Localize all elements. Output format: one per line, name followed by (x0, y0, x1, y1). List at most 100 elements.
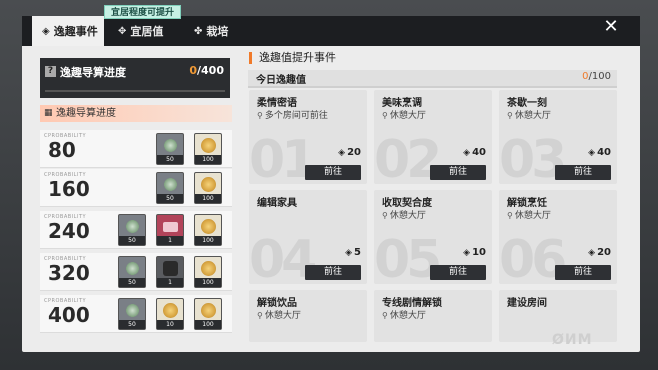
event-card[interactable]: 06 解锁烹饪 ⚲ 休憩大厅 ◈ 20 前往 (499, 190, 617, 284)
reward-item-graphic (163, 177, 178, 192)
event-location: ⚲ 休憩大厅 (507, 208, 551, 221)
reward-item-graphic (163, 222, 178, 232)
reward-threshold: 400 (48, 303, 90, 327)
reward-row: CPROBABILITY 160 50 100 (40, 169, 232, 207)
event-card[interactable]: 专线剧情解锁 ⚲ 休憩大厅 (374, 290, 492, 342)
event-location-text: 休憩大厅 (389, 111, 426, 121)
plant-reward-icon[interactable]: 50 (118, 214, 146, 246)
event-title: 柔情密语 (257, 98, 297, 109)
event-points: ◈ 20 (338, 147, 361, 158)
reward-row: CPROBABILITY 400 50 10 100 (40, 295, 232, 333)
reward-qty: 100 (195, 155, 221, 164)
plant-reward-icon[interactable]: 50 (156, 172, 184, 204)
diamond-icon: ◈ (588, 248, 596, 258)
progress-bar (45, 90, 225, 92)
livability-icon: ✥ (118, 25, 127, 37)
help-icon[interactable]: ? (45, 66, 56, 77)
coin-reward-icon[interactable]: 100 (194, 256, 222, 288)
coin-reward-icon[interactable]: 100 (194, 298, 222, 330)
go-button[interactable]: 前往 (430, 265, 486, 280)
event-points-value: 10 (472, 247, 486, 258)
go-button[interactable]: 前往 (555, 265, 611, 280)
card-watermark: 01 (249, 130, 317, 184)
event-location: ⚲ 休憩大厅 (382, 208, 426, 221)
today-label: 今日逸趣值 (256, 75, 306, 86)
location-pin-icon: ⚲ (257, 111, 263, 120)
reward-qty: 50 (157, 155, 183, 164)
diamond-icon: ◈ (463, 248, 471, 258)
reward-qty: 50 (157, 194, 183, 203)
card-watermark: 03 (499, 130, 567, 184)
tab-livability[interactable]: ✥ 宜居值 (118, 16, 163, 46)
reward-qty: 10 (157, 320, 183, 329)
event-location-text: 多个房间可前往 (264, 111, 328, 121)
coin-reward-icon[interactable]: 100 (194, 133, 222, 165)
reward-qty: 100 (195, 236, 221, 245)
event-points: ◈ 40 (588, 147, 611, 158)
plant-reward-icon[interactable]: 50 (156, 133, 184, 165)
event-card[interactable]: 02 美味烹调 ⚲ 休憩大厅 ◈ 40 前往 (374, 90, 492, 184)
event-title: 收取契合度 (382, 198, 432, 209)
today-value: 0/100 (582, 71, 611, 82)
progress-total: /400 (197, 64, 224, 77)
go-button[interactable]: 前往 (305, 265, 361, 280)
reward-item-graphic (125, 303, 140, 318)
event-location-text: 休憩大厅 (514, 111, 551, 121)
location-pin-icon: ⚲ (382, 211, 388, 220)
today-bar: 今日逸趣值 0/100 (248, 70, 617, 88)
plant-reward-icon[interactable]: 50 (118, 298, 146, 330)
livability-hint-badge: 宜居程度可提升 (104, 5, 182, 19)
event-points: ◈ 40 (463, 147, 486, 158)
reward-item-graphic (125, 261, 140, 276)
go-button[interactable]: 前往 (430, 165, 486, 180)
event-points: ◈ 10 (463, 247, 486, 258)
card-watermark: 06 (499, 230, 567, 284)
close-icon[interactable]: ✕ (602, 18, 620, 36)
tab-livability-label: 宜居值 (130, 25, 164, 38)
reward-qty: 1 (157, 278, 183, 287)
reward-item-graphic (163, 303, 178, 318)
reward-item-graphic (163, 138, 178, 153)
coin-reward-icon[interactable]: 100 (194, 172, 222, 204)
event-title: 解锁饮品 (257, 298, 297, 309)
card-watermark: 04 (249, 230, 317, 284)
reward-row: CPROBABILITY 320 50 1 100 (40, 253, 232, 291)
today-progress-track (248, 86, 617, 88)
location-pin-icon: ⚲ (507, 111, 513, 120)
event-location-text: 休憩大厅 (514, 211, 551, 221)
event-card[interactable]: 03 茶歇一刻 ⚲ 休憩大厅 ◈ 40 前往 (499, 90, 617, 184)
event-location-text: 休憩大厅 (264, 311, 301, 321)
section-title: 逸趣值提升事件 (249, 52, 336, 64)
event-points-value: 5 (354, 247, 361, 258)
tab-cultivation[interactable]: ✤ 栽培 (194, 16, 228, 46)
event-title: 编辑家具 (257, 198, 297, 209)
reward-row: CPROBABILITY 240 50 1 100 (40, 211, 232, 249)
location-pin-icon: ⚲ (382, 111, 388, 120)
progress-subheader-label: 逸趣导算进度 (56, 108, 116, 119)
event-card[interactable]: 解锁饮品 ⚲ 休憩大厅 (249, 290, 367, 342)
event-title: 解锁烹饪 (507, 198, 547, 209)
tab-events[interactable]: ◈ 逸趣事件 (32, 16, 104, 46)
diamond-icon: ◈ (463, 148, 471, 158)
event-location: ⚲ 休憩大厅 (382, 108, 426, 121)
coin-reward-icon[interactable]: 10 (156, 298, 184, 330)
reward-item-graphic (201, 219, 216, 234)
event-title: 美味烹调 (382, 98, 422, 109)
plant-reward-icon[interactable]: 50 (118, 256, 146, 288)
reward-qty: 50 (119, 320, 145, 329)
reward-qty: 100 (195, 278, 221, 287)
progress-header: ? 逸趣导算进度 0/400 (40, 58, 230, 98)
go-button[interactable]: 前往 (305, 165, 361, 180)
event-card[interactable]: 04 编辑家具 ◈ 5 前往 (249, 190, 367, 284)
event-card[interactable]: 05 收取契合度 ⚲ 休憩大厅 ◈ 10 前往 (374, 190, 492, 284)
coin-reward-icon[interactable]: 100 (194, 214, 222, 246)
dark-reward-icon[interactable]: 1 (156, 256, 184, 288)
go-button[interactable]: 前往 (555, 165, 611, 180)
card-watermark: 05 (374, 230, 442, 284)
ticket-reward-icon[interactable]: 1 (156, 214, 184, 246)
event-card[interactable]: 01 柔情密语 ⚲ 多个房间可前往 ◈ 20 前往 (249, 90, 367, 184)
event-points-value: 40 (472, 147, 486, 158)
event-points: ◈ 20 (588, 247, 611, 258)
reward-qty: 100 (195, 320, 221, 329)
reward-item-graphic (201, 177, 216, 192)
